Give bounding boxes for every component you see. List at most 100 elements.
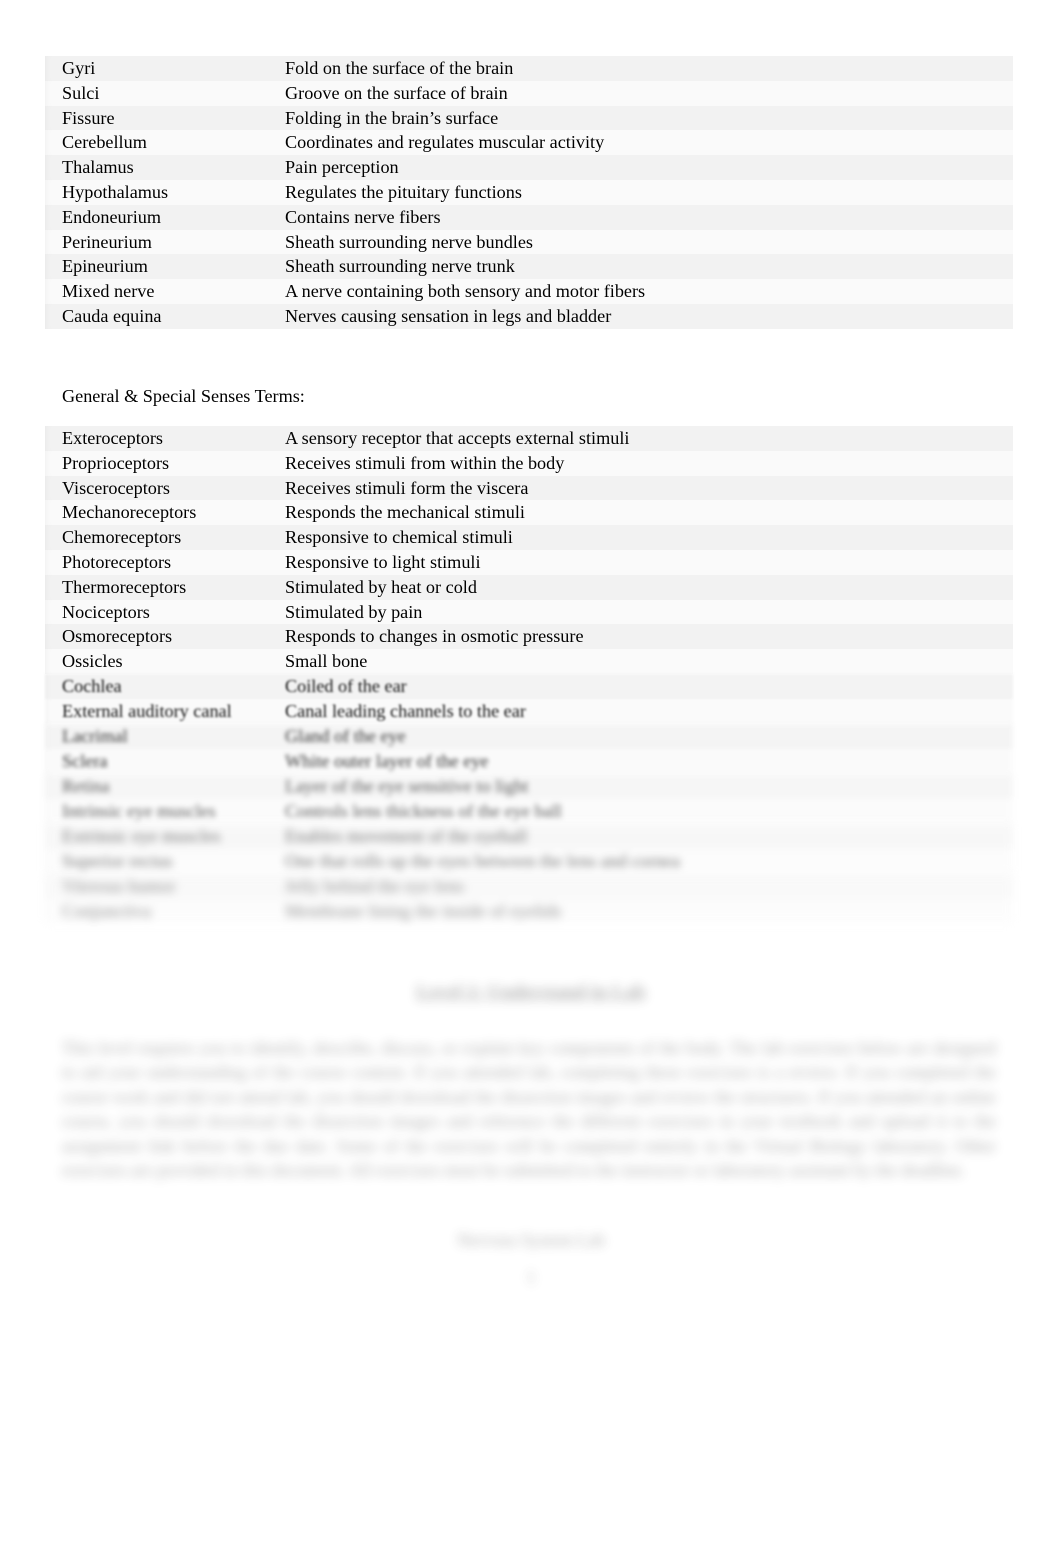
table-row: Cauda equina Nerves causing sensation in…	[45, 303, 1013, 329]
definition-cell: Controls lens thickness of the eye ball	[271, 798, 1013, 824]
term-cell: Chemoreceptors	[45, 525, 271, 550]
senses-terms-blurred-group-2: Lacrimal Gland of the eye Sclera White o…	[45, 724, 1013, 774]
senses-terms-blurred-group-1: Cochlea Coiled of the ear External audit…	[45, 674, 1013, 724]
nervous-system-terms-table: Gyri Fold on the surface of the brain Su…	[45, 56, 1013, 329]
term-cell: Vitreous humor	[45, 874, 271, 899]
table-row: Vitreous humor Jelly behind the eye lens	[45, 874, 1013, 899]
table-row: External auditory canal Canal leading ch…	[45, 698, 1013, 724]
definition-cell: Fold on the surface of the brain	[271, 56, 1013, 81]
table-row: Mechanoreceptors Responds the mechanical…	[45, 500, 1013, 526]
definition-cell: One that rolls up the eyes between the l…	[271, 848, 1013, 874]
definition-cell: Nerves causing sensation in legs and bla…	[271, 303, 1013, 329]
term-cell: Endoneurium	[45, 204, 271, 230]
table-row: Endoneurium Contains nerve fibers	[45, 204, 1013, 230]
definition-cell: Responsive to light stimuli	[271, 549, 1013, 575]
term-cell: Cauda equina	[45, 303, 271, 329]
table-row: Exteroceptors A sensory receptor that ac…	[45, 426, 1013, 451]
nervous-system-terms-body: Gyri Fold on the surface of the brain Su…	[45, 56, 1013, 329]
table-row: Thalamus Pain perception	[45, 155, 1013, 180]
table-row: Conjunctiva Membrane lining the inside o…	[45, 898, 1013, 924]
table-row: Extrinsic eye muscles Enables movement o…	[45, 824, 1013, 849]
definition-cell: Jelly behind the eye lens	[271, 874, 1013, 899]
table-row: Proprioceptors Receives stimuli from wit…	[45, 450, 1013, 476]
definition-cell: Responsive to chemical stimuli	[271, 525, 1013, 550]
table-row: Lacrimal Gland of the eye	[45, 724, 1013, 749]
definition-cell: Receives stimuli form the viscera	[271, 475, 1013, 501]
definition-cell: Coordinates and regulates muscular activ…	[271, 130, 1013, 156]
definition-cell: Gland of the eye	[271, 724, 1013, 749]
definition-cell: Folding in the brain’s surface	[271, 105, 1013, 131]
definition-cell: Pain perception	[271, 155, 1013, 180]
table-row: Osmoreceptors Responds to changes in osm…	[45, 624, 1013, 650]
term-cell: Cerebellum	[45, 130, 271, 156]
definition-cell: Layer of the eye sensitive to light	[271, 774, 1013, 799]
term-cell: Sclera	[45, 748, 271, 774]
table-row: Fissure Folding in the brain’s surface	[45, 105, 1013, 131]
definition-cell: Membrane lining the inside of eyelids	[271, 898, 1013, 924]
term-cell: Gyri	[45, 56, 271, 81]
blurred-instructions-paragraph: This level requires you to identify, des…	[62, 1038, 996, 1181]
table-row: Chemoreceptors Responsive to chemical st…	[45, 525, 1013, 550]
table-row: Retina Layer of the eye sensitive to lig…	[45, 774, 1013, 799]
term-cell: Photoreceptors	[45, 549, 271, 575]
definition-cell: Canal leading channels to the ear	[271, 698, 1013, 724]
table-row: Ossicles Small bone	[45, 649, 1013, 674]
table-row: Cerebellum Coordinates and regulates mus…	[45, 130, 1013, 156]
term-cell: Thermoreceptors	[45, 574, 271, 600]
table-row: Visceroceptors Receives stimuli form the…	[45, 475, 1013, 501]
definition-cell: Receives stimuli from within the body	[271, 450, 1013, 476]
definition-cell: White outer layer of the eye	[271, 748, 1013, 774]
senses-terms-table: Exteroceptors A sensory receptor that ac…	[45, 426, 1013, 674]
term-cell: Mixed nerve	[45, 279, 271, 304]
table-row: Thermoreceptors Stimulated by heat or co…	[45, 574, 1013, 600]
definition-cell: Sheath surrounding nerve bundles	[271, 229, 1013, 255]
definition-cell: Stimulated by heat or cold	[271, 574, 1013, 600]
term-cell: Extrinsic eye muscles	[45, 824, 271, 849]
senses-terms-blurred-group-5: Vitreous humor Jelly behind the eye lens…	[45, 874, 1013, 924]
blurred-page-number: 1	[526, 1267, 536, 1287]
definition-cell: A sensory receptor that accepts external…	[271, 426, 1013, 451]
table-row: Sulci Groove on the surface of brain	[45, 80, 1013, 106]
table-row: Photoreceptors Responsive to light stimu…	[45, 549, 1013, 575]
definition-cell: Small bone	[271, 649, 1013, 674]
term-cell: Proprioceptors	[45, 450, 271, 476]
table-row: Perineurium Sheath surrounding nerve bun…	[45, 229, 1013, 255]
table-row: Cochlea Coiled of the ear	[45, 674, 1013, 699]
definition-cell: Contains nerve fibers	[271, 204, 1013, 230]
term-cell: Visceroceptors	[45, 475, 271, 501]
table-row: Epineurium Sheath surrounding nerve trun…	[45, 254, 1013, 280]
senses-terms-body: Exteroceptors A sensory receptor that ac…	[45, 426, 1013, 674]
definition-cell: Sheath surrounding nerve trunk	[271, 254, 1013, 280]
term-cell: Osmoreceptors	[45, 624, 271, 650]
table-row: Hypothalamus Regulates the pituitary fun…	[45, 179, 1013, 205]
term-cell: Nociceptors	[45, 599, 271, 625]
term-cell: Perineurium	[45, 229, 271, 255]
term-cell: Superior rectus	[45, 848, 271, 874]
definition-cell: A nerve containing both sensory and moto…	[271, 279, 1013, 304]
definition-cell: Regulates the pituitary functions	[271, 179, 1013, 205]
definition-cell: Stimulated by pain	[271, 599, 1013, 625]
document-page: Gyri Fold on the surface of the brain Su…	[0, 0, 1062, 1561]
term-cell: Thalamus	[45, 155, 271, 180]
table-row: Gyri Fold on the surface of the brain	[45, 56, 1013, 81]
term-cell: Fissure	[45, 105, 271, 131]
table-row: Sclera White outer layer of the eye	[45, 748, 1013, 774]
table-row: Nociceptors Stimulated by pain	[45, 599, 1013, 625]
blurred-footer-title: Nervous System Lab	[457, 1230, 605, 1250]
blurred-level-heading: Level 2: Understand in Lab	[416, 982, 646, 1003]
term-cell: External auditory canal	[45, 698, 271, 724]
definition-cell: Responds the mechanical stimuli	[271, 500, 1013, 526]
definition-cell: Coiled of the ear	[271, 674, 1013, 699]
term-cell: Epineurium	[45, 254, 271, 280]
term-cell: Conjunctiva	[45, 898, 271, 924]
term-cell: Mechanoreceptors	[45, 500, 271, 526]
table-row: Superior rectus One that rolls up the ey…	[45, 848, 1013, 874]
definition-cell: Responds to changes in osmotic pressure	[271, 624, 1013, 650]
senses-terms-blurred-group-4: Extrinsic eye muscles Enables movement o…	[45, 824, 1013, 874]
term-cell: Ossicles	[45, 649, 271, 674]
table-row: Intrinsic eye muscles Controls lens thic…	[45, 798, 1013, 824]
term-cell: Cochlea	[45, 674, 271, 699]
term-cell: Intrinsic eye muscles	[45, 798, 271, 824]
definition-cell: Enables movement of the eyeball	[271, 824, 1013, 849]
term-cell: Hypothalamus	[45, 179, 271, 205]
